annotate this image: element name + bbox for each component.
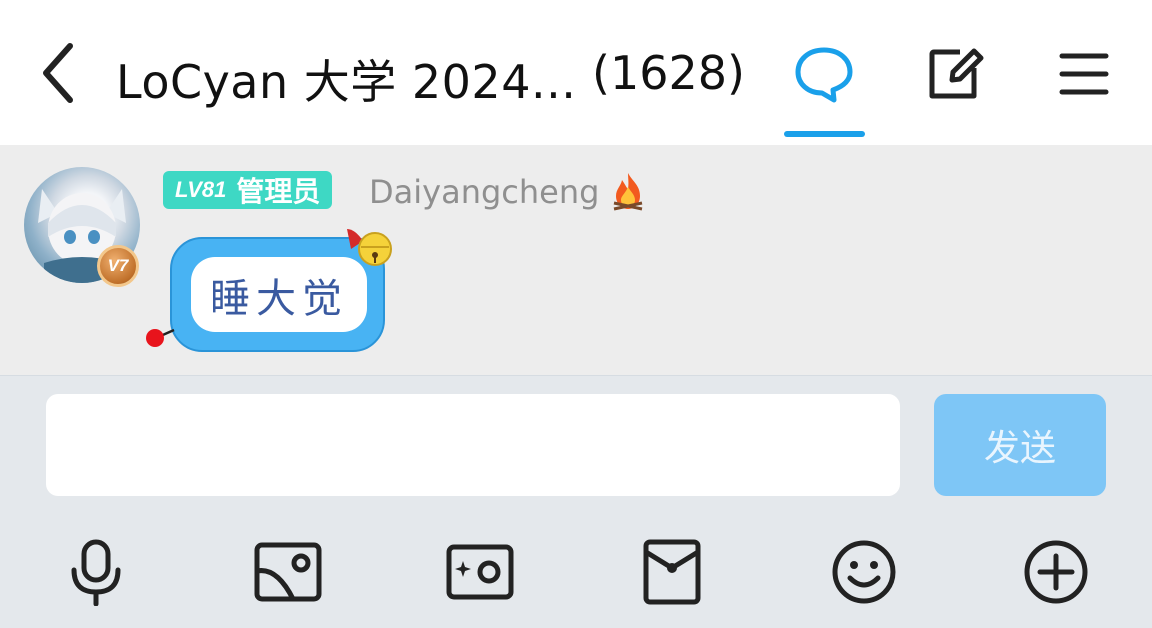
plus-icon	[1024, 540, 1088, 604]
microphone-icon	[71, 539, 121, 606]
bell-icon	[347, 229, 392, 266]
more-button[interactable]	[1020, 536, 1092, 608]
active-tab-indicator	[784, 131, 865, 137]
vip-badge: V7	[97, 245, 139, 287]
group-title[interactable]: LoCyan 大学 2024...	[116, 46, 576, 112]
emoji-icon	[832, 540, 896, 604]
red-packet-icon	[643, 539, 701, 605]
back-icon	[43, 43, 73, 103]
message-input[interactable]	[46, 394, 900, 496]
red-packet-button[interactable]	[636, 536, 708, 608]
image-icon	[254, 542, 322, 602]
edit-button[interactable]	[918, 38, 990, 110]
chat-icon	[795, 47, 853, 103]
emoji-button[interactable]	[828, 536, 900, 608]
message-text: 睡大觉	[191, 257, 367, 332]
chat-header: LoCyan 大学 2024... (1628)	[0, 0, 1152, 145]
sender-name[interactable]: Daiyangcheng	[369, 173, 599, 211]
camera-button[interactable]	[444, 536, 516, 608]
back-button[interactable]	[30, 40, 86, 106]
chat-tab-button[interactable]	[788, 38, 860, 110]
camera-icon	[446, 544, 514, 600]
voice-button[interactable]	[60, 536, 132, 608]
member-count: (1628)	[592, 46, 745, 100]
menu-icon	[1059, 53, 1109, 95]
bubble-pin-decoration	[146, 328, 175, 347]
composer: 发送	[0, 375, 1152, 628]
message-list[interactable]: V7 LV81 管理员 Daiyangcheng 睡大觉	[0, 145, 1152, 375]
menu-button[interactable]	[1048, 38, 1120, 110]
send-button[interactable]: 发送	[934, 394, 1106, 496]
level-badge: LV81	[175, 177, 227, 202]
role-badge: 管理员	[236, 175, 321, 208]
flame-icon	[613, 173, 643, 211]
edit-icon	[929, 48, 984, 99]
level-role-badge: LV81 管理员	[163, 171, 333, 209]
image-button[interactable]	[252, 536, 324, 608]
